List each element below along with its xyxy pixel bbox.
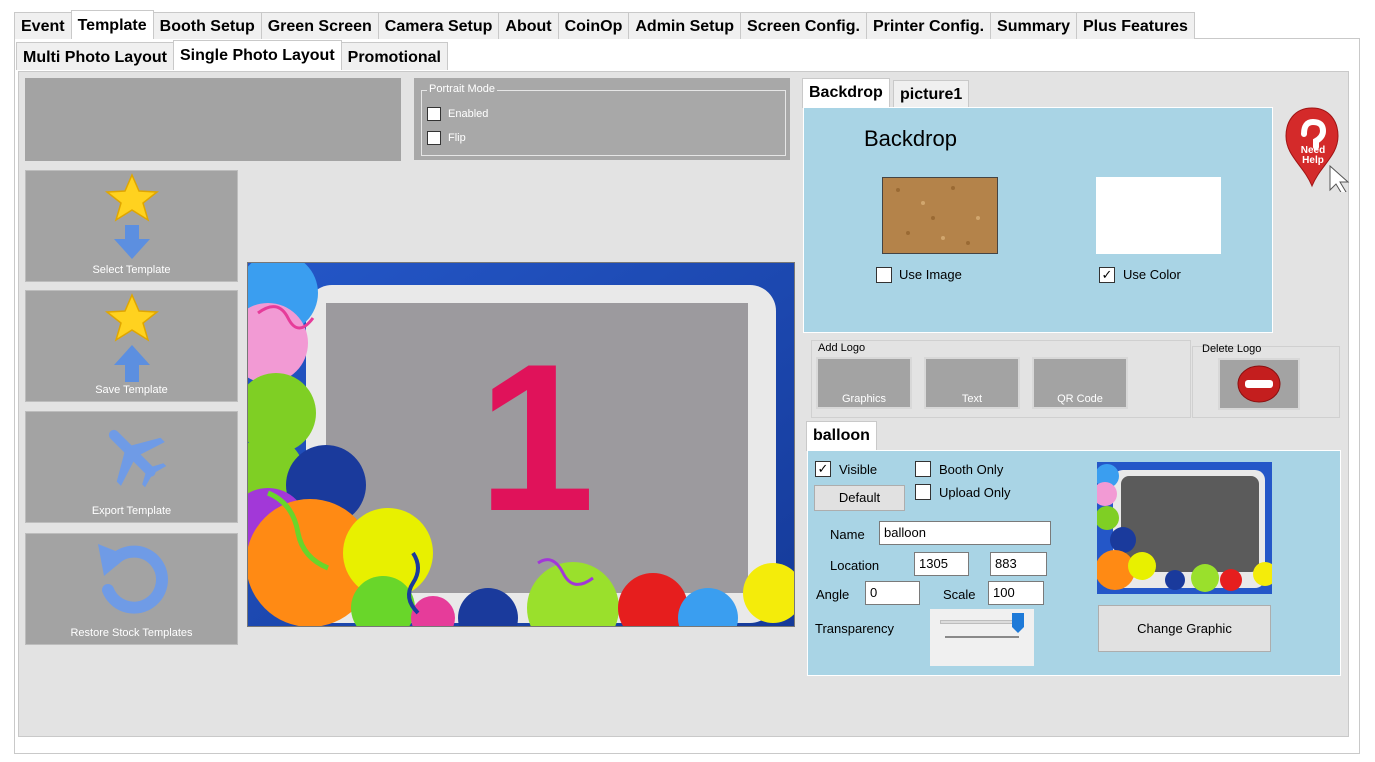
add-graphics-label: Graphics bbox=[841, 393, 887, 405]
layer-name-input[interactable]: balloon bbox=[879, 521, 1051, 545]
restore-stock-templates-label: Restore Stock Templates bbox=[70, 627, 193, 639]
default-button[interactable]: Default bbox=[814, 485, 905, 511]
select-template-button[interactable]: Select Template bbox=[25, 170, 238, 282]
tab-event[interactable]: Event bbox=[14, 12, 72, 39]
portrait-flip-label: Flip bbox=[448, 132, 466, 144]
delete-minus-icon bbox=[1237, 365, 1281, 403]
portrait-flip-checkbox[interactable] bbox=[427, 131, 441, 145]
tab-template[interactable]: Template bbox=[70, 10, 154, 39]
template-preview[interactable]: 1 bbox=[247, 262, 795, 627]
location-y-input[interactable]: 883 bbox=[990, 552, 1047, 576]
backdrop-color-swatch[interactable] bbox=[1096, 177, 1221, 254]
add-graphics-button[interactable]: Graphics bbox=[816, 357, 912, 409]
transparency-slider[interactable] bbox=[930, 609, 1034, 666]
upload-only-checkbox[interactable] bbox=[915, 484, 931, 500]
visible-checkbox[interactable]: ✓ bbox=[815, 461, 831, 477]
tab-single-photo-layout[interactable]: Single Photo Layout bbox=[172, 40, 342, 70]
upload-only-label: Upload Only bbox=[939, 485, 1011, 500]
backdrop-image-thumbnail[interactable] bbox=[882, 177, 998, 254]
tab-screen-config[interactable]: Screen Config. bbox=[740, 12, 867, 39]
use-color-label: Use Color bbox=[1123, 267, 1181, 282]
tab-camera-setup[interactable]: Camera Setup bbox=[377, 12, 500, 39]
use-color-checkbox[interactable]: ✓ bbox=[1099, 267, 1115, 283]
portrait-enabled-label: Enabled bbox=[448, 108, 489, 120]
tab-printer-config[interactable]: Printer Config. bbox=[865, 12, 992, 39]
use-image-checkbox[interactable] bbox=[876, 267, 892, 283]
tab-plus-features[interactable]: Plus Features bbox=[1075, 12, 1195, 39]
template-subtab-bar: Multi Photo Layout Single Photo Layout P… bbox=[16, 40, 448, 70]
main-tab-bar: Event Template Booth Setup Green Screen … bbox=[14, 10, 1195, 39]
booth-only-label: Booth Only bbox=[939, 462, 1004, 477]
layer-graphic-preview bbox=[1097, 462, 1272, 594]
add-qr-code-label: QR Code bbox=[1057, 393, 1103, 405]
add-qr-code-button[interactable]: QR Code bbox=[1032, 357, 1128, 409]
tab-green-screen[interactable]: Green Screen bbox=[260, 12, 379, 39]
portrait-mode-legend: Portrait Mode bbox=[427, 83, 498, 95]
save-template-button[interactable]: Save Template bbox=[25, 290, 238, 402]
add-text-label: Text bbox=[961, 393, 983, 405]
tab-promotional[interactable]: Promotional bbox=[340, 42, 448, 70]
select-template-label: Select Template bbox=[92, 264, 171, 276]
tab-booth-setup[interactable]: Booth Setup bbox=[152, 12, 262, 39]
scale-input[interactable]: 100 bbox=[988, 581, 1044, 605]
star-up-arrow-icon bbox=[104, 293, 160, 382]
tab-balloon-layer[interactable]: balloon bbox=[806, 421, 877, 451]
transparency-slider-ticks bbox=[945, 636, 1019, 638]
name-label: Name bbox=[830, 527, 865, 542]
tab-multi-photo-layout[interactable]: Multi Photo Layout bbox=[16, 42, 174, 70]
add-logo-label: Add Logo bbox=[818, 342, 866, 354]
delete-logo-label: Delete Logo bbox=[1202, 343, 1262, 355]
need-help-button[interactable]: Need Help bbox=[1282, 104, 1352, 195]
need-help-line2: Help bbox=[1302, 155, 1324, 166]
tab-about[interactable]: About bbox=[498, 12, 559, 39]
delete-logo-button[interactable] bbox=[1218, 358, 1300, 410]
tab-admin-setup[interactable]: Admin Setup bbox=[628, 12, 742, 39]
need-help-text: Need Help bbox=[1293, 146, 1333, 166]
location-x-input[interactable]: 1305 bbox=[914, 552, 969, 576]
tab-coinop[interactable]: CoinOp bbox=[557, 12, 630, 39]
location-label: Location bbox=[830, 558, 880, 573]
airplane-icon bbox=[108, 429, 167, 488]
portrait-mode-frame bbox=[421, 90, 786, 156]
booth-only-checkbox[interactable] bbox=[915, 461, 931, 477]
transparency-label: Transparency bbox=[815, 621, 894, 636]
slider-thumb-shape bbox=[1012, 613, 1024, 633]
template-name-area bbox=[25, 78, 401, 161]
tab-backdrop[interactable]: Backdrop bbox=[802, 78, 890, 108]
cork-texture bbox=[883, 178, 997, 253]
layer-graphic-thumbnail bbox=[1097, 462, 1272, 594]
star-down-arrow-icon bbox=[104, 173, 160, 259]
visible-label: Visible bbox=[839, 462, 878, 477]
tab-picture1[interactable]: picture1 bbox=[893, 80, 970, 108]
restore-arrow-icon bbox=[98, 544, 168, 614]
export-template-button[interactable]: Export Template bbox=[25, 411, 238, 523]
angle-label: Angle bbox=[816, 587, 850, 602]
backdrop-title: Backdrop bbox=[864, 126, 957, 151]
portrait-enabled-checkbox[interactable] bbox=[427, 107, 441, 121]
add-text-button[interactable]: Text bbox=[924, 357, 1020, 409]
save-template-label: Save Template bbox=[95, 384, 168, 396]
use-image-label: Use Image bbox=[899, 267, 962, 282]
change-graphic-button[interactable]: Change Graphic bbox=[1098, 605, 1271, 652]
preview-photo-number: 1 bbox=[478, 320, 595, 555]
angle-input[interactable]: 0 bbox=[865, 581, 920, 605]
restore-stock-templates-button[interactable]: Restore Stock Templates bbox=[25, 533, 238, 645]
tab-summary[interactable]: Summary bbox=[990, 12, 1077, 39]
export-template-label: Export Template bbox=[91, 505, 172, 517]
scale-label: Scale bbox=[943, 587, 976, 602]
transparency-slider-thumb[interactable] bbox=[1012, 613, 1024, 633]
